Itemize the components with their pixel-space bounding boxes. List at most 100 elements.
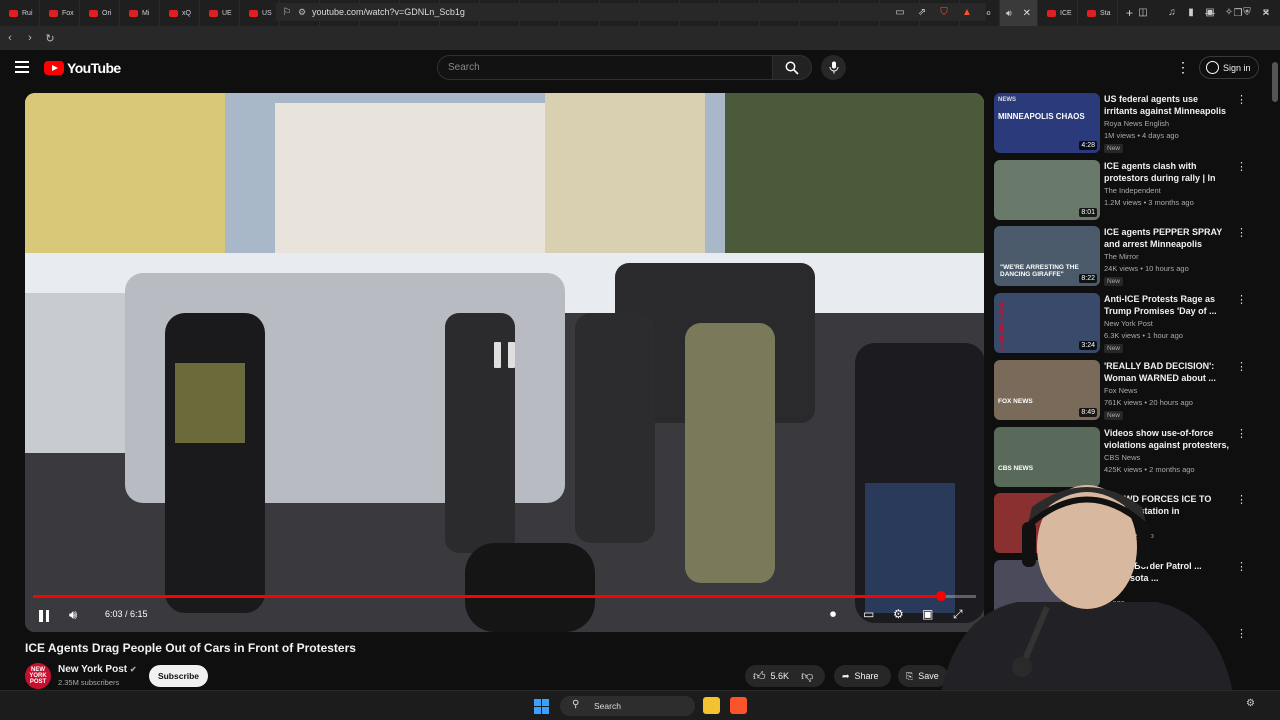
- file-explorer-icon[interactable]: [703, 697, 720, 714]
- recommended-video-title[interactable]: US federal agents use irritants against …: [1104, 93, 1232, 117]
- leo-ai-icon[interactable]: ✧: [1222, 5, 1236, 19]
- search-input[interactable]: Search: [437, 55, 773, 80]
- new-tab-icon[interactable]: +: [1126, 6, 1133, 20]
- webcam-overlay: [927, 467, 1253, 720]
- channel-avatar[interactable]: NEW YORK POST: [25, 663, 51, 689]
- streamer-webcam-image: [937, 485, 1237, 720]
- brave-rewards-icon[interactable]: ▲: [960, 5, 974, 19]
- close-tab-icon[interactable]: ✕: [1023, 8, 1031, 19]
- player-controls: 🔊︎ 6:03 / 6:15 ⏺ ▭ ⚙ ▣ ⤢: [25, 603, 984, 631]
- browser-tab-label: Mi: [142, 9, 150, 17]
- video-options-icon[interactable]: ⋮: [1236, 93, 1247, 106]
- browser-tab[interactable]: Rui: [0, 0, 40, 26]
- video-player[interactable]: 🔊︎ 6:03 / 6:15 ⏺ ▭ ⚙ ▣ ⤢: [25, 93, 984, 632]
- recommended-video-thumbnail[interactable]: MINNEAPOLIS CHAOS NEWS 4:28: [994, 93, 1100, 153]
- recommended-video-thumbnail[interactable]: 8:01: [994, 160, 1100, 220]
- youtube-play-icon: [44, 61, 64, 75]
- recommended-video[interactable]: 8:01 ICE agents clash with protestors dur…: [994, 160, 1254, 220]
- video-options-icon[interactable]: ⋮: [1236, 293, 1247, 306]
- pause-button[interactable]: [39, 610, 51, 622]
- video-duration: 8:22: [1079, 274, 1097, 283]
- recommended-video-meta: 761K views • 20 hours ago: [1104, 398, 1193, 407]
- youtube-icon: [209, 9, 218, 17]
- recommended-video-thumbnail[interactable]: "WE'RE ARRESTING THE DANCING GIRAFFE" 8:2…: [994, 226, 1100, 286]
- browser-tab[interactable]: US: [240, 0, 280, 26]
- new-badge: New: [1104, 277, 1124, 286]
- bookmark-icon[interactable]: ⚐: [276, 7, 298, 18]
- browser-tab[interactable]: Ori: [80, 0, 120, 26]
- recommended-video[interactable]: "WE'RE ARRESTING THE DANCING GIRAFFE" 8:2…: [994, 226, 1254, 286]
- sidebar-toggle-icon[interactable]: ◫: [1136, 5, 1150, 19]
- video-options-icon[interactable]: ⋮: [1236, 226, 1247, 239]
- recommended-video-meta: 6.3K views • 1 hour ago: [1104, 331, 1183, 340]
- site-info-icon[interactable]: ⚙: [298, 7, 312, 18]
- channel-name[interactable]: New York Post ✔: [58, 664, 137, 675]
- recommended-video-meta: 1M views • 4 days ago: [1104, 131, 1179, 140]
- brave-browser-icon[interactable]: [730, 697, 747, 714]
- wallet-icon[interactable]: ▣: [1203, 5, 1217, 19]
- like-icon[interactable]: 👍︎: [753, 669, 766, 684]
- settings-menu-icon[interactable]: ⋮: [1176, 59, 1190, 76]
- recommended-video-thumbnail[interactable]: NEW YORK POST 3:24: [994, 293, 1100, 353]
- recommended-video-title[interactable]: 'REALLY BAD DECISION': Woman WARNED abou…: [1104, 360, 1232, 384]
- windows-taskbar: Search ⚙: [0, 690, 1280, 720]
- thumbnail-caption: "WE'RE ARRESTING THE DANCING GIRAFFE": [1000, 264, 1079, 278]
- brave-shields-icon[interactable]: ⛉: [937, 5, 951, 19]
- url-text: youtube.com/watch?v=GDNLn_Scb1g: [312, 7, 465, 17]
- video-options-icon[interactable]: ⋮: [1236, 360, 1247, 373]
- youtube-logo[interactable]: YouTube: [44, 60, 121, 76]
- page-scrollbar[interactable]: [1270, 50, 1280, 690]
- browser-tab-label: Fox: [62, 9, 74, 17]
- captions-icon[interactable]: ▭: [863, 607, 874, 621]
- back-icon[interactable]: ‹: [0, 28, 20, 48]
- hamburger-menu-icon[interactable]: [15, 61, 29, 73]
- settings-gear-icon[interactable]: ⚙: [893, 607, 904, 621]
- sign-in-button[interactable]: Sign in: [1199, 56, 1259, 79]
- recommended-video-title[interactable]: Anti-ICE Protests Rage as Trump Promises…: [1104, 293, 1232, 317]
- browser-tab[interactable]: Mi: [120, 0, 160, 26]
- reload-icon[interactable]: ↻: [40, 28, 60, 48]
- taskbar-search[interactable]: Search: [560, 696, 695, 716]
- recommended-video-title[interactable]: ICE agents PEPPER SPRAY and arrest Minne…: [1104, 226, 1232, 250]
- vpn-icon[interactable]: ⛨: [1240, 5, 1254, 19]
- channel-name-text: New York Post: [58, 664, 128, 675]
- tray-icon[interactable]: ⚙: [1246, 698, 1255, 709]
- browser-tab[interactable]: UE: [200, 0, 240, 26]
- active-browser-tab[interactable]: 🔊︎ ✕: [1000, 0, 1038, 26]
- recommended-video-meta: 24K views • 10 hours ago: [1104, 264, 1189, 273]
- video-options-icon[interactable]: ⋮: [1236, 160, 1247, 173]
- progress-bar[interactable]: [33, 591, 976, 601]
- recommended-video-thumbnail[interactable]: FOX NEWS 8:49: [994, 360, 1100, 420]
- cast-icon[interactable]: ▭: [893, 5, 907, 19]
- video-options-icon[interactable]: ⋮: [1236, 427, 1247, 440]
- url-field[interactable]: ⚐ ⚙ youtube.com/watch?v=GDNLn_Scb1g: [276, 3, 986, 21]
- split-view-icon[interactable]: ▮: [1184, 5, 1198, 19]
- browser-tab[interactable]: ICE: [1038, 0, 1078, 26]
- share-icon: ➦: [842, 670, 850, 681]
- browser-tab[interactable]: Fox: [40, 0, 80, 26]
- recommended-video[interactable]: NEW YORK POST 3:24 Anti-ICE Protests Rage …: [994, 293, 1254, 353]
- autoplay-toggle-icon[interactable]: ⏺: [830, 607, 836, 622]
- subscribe-button[interactable]: Subscribe: [149, 665, 208, 687]
- forward-icon[interactable]: ›: [20, 28, 40, 48]
- share-page-icon[interactable]: ⇗: [915, 5, 929, 19]
- recommended-video-title[interactable]: Videos show use-of-force violations agai…: [1104, 427, 1232, 451]
- recommended-channel-name: Fox News: [1104, 386, 1138, 395]
- recommended-video[interactable]: MINNEAPOLIS CHAOS NEWS 4:28 US federal agen…: [994, 93, 1254, 153]
- browser-tab[interactable]: Sta: [1078, 0, 1118, 26]
- recommended-channel-name: The Independent: [1104, 186, 1161, 195]
- share-button[interactable]: ➦ Share: [834, 665, 891, 687]
- windows-start-icon[interactable]: [534, 699, 549, 714]
- browser-tab[interactable]: xQ: [160, 0, 200, 26]
- recommended-video-title[interactable]: ICE agents clash with protestors during …: [1104, 160, 1232, 184]
- like-count[interactable]: 5.6K: [771, 671, 790, 681]
- recommended-video[interactable]: FOX NEWS 8:49 'REALLY BAD DECISION': Woman…: [994, 360, 1254, 420]
- volume-icon[interactable]: 🔊︎: [69, 607, 77, 623]
- voice-search-button[interactable]: [821, 55, 846, 80]
- browser-menu-icon[interactable]: ≡: [1259, 5, 1273, 19]
- dislike-icon[interactable]: 👎︎: [801, 669, 813, 684]
- audio-playing-icon: 🔊︎: [1006, 7, 1012, 18]
- new-badge: New: [1104, 411, 1124, 420]
- search-button[interactable]: [772, 55, 812, 80]
- music-icon[interactable]: ♫: [1165, 5, 1179, 19]
